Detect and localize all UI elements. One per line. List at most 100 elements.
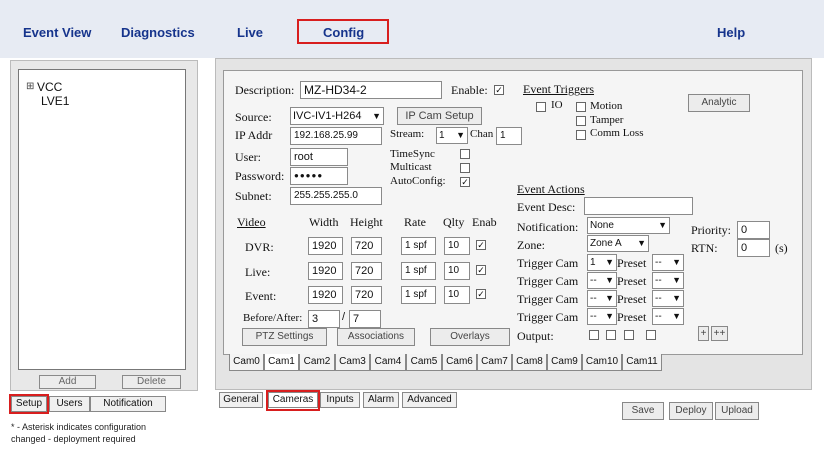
chevron-down-icon: ▼ bbox=[672, 257, 681, 267]
expand-icon[interactable]: ⊞ bbox=[26, 81, 34, 92]
chevron-down-icon: ▼ bbox=[672, 311, 681, 321]
subnet-input[interactable]: 255.255.255.0 bbox=[290, 187, 382, 205]
zone-label: Zone: bbox=[517, 238, 545, 252]
output-checkbox-3[interactable] bbox=[624, 330, 634, 340]
nav-live[interactable]: Live bbox=[237, 25, 263, 40]
trigger-cam-select-2[interactable]: -- ▼ bbox=[587, 272, 617, 289]
io-trigger-checkbox[interactable] bbox=[536, 102, 546, 112]
event-qlty-input[interactable]: 10 bbox=[444, 286, 470, 304]
commloss-trigger-label: Comm Loss bbox=[590, 127, 644, 139]
ip-cam-setup-button[interactable]: IP Cam Setup bbox=[397, 107, 482, 125]
motion-trigger-checkbox[interactable] bbox=[576, 102, 586, 112]
tab-alarm[interactable]: Alarm bbox=[363, 392, 399, 408]
cam-tab-3[interactable]: Cam3 bbox=[335, 354, 370, 371]
preset-select-3[interactable]: -- ▼ bbox=[652, 290, 684, 307]
stream-label: Stream: bbox=[390, 128, 425, 140]
nav-diagnostics[interactable]: Diagnostics bbox=[121, 25, 195, 40]
timesync-checkbox[interactable] bbox=[460, 149, 470, 159]
preset-select-1[interactable]: -- ▼ bbox=[652, 254, 684, 271]
output-checkbox-4[interactable] bbox=[646, 330, 656, 340]
tab-inputs[interactable]: Inputs bbox=[320, 392, 360, 408]
dvr-rate-input[interactable]: 1 spf bbox=[401, 237, 436, 255]
user-input[interactable]: root bbox=[290, 148, 348, 166]
setup-highlight bbox=[9, 394, 49, 414]
upload-button[interactable]: Upload bbox=[715, 402, 759, 420]
password-input[interactable]: ●●●●● bbox=[290, 167, 348, 185]
description-input[interactable]: MZ-HD34-2 bbox=[300, 81, 442, 99]
event-width-input[interactable]: 1920 bbox=[308, 286, 343, 304]
delete-button[interactable]: Delete bbox=[122, 375, 181, 389]
rtn-input[interactable]: 0 bbox=[737, 239, 770, 257]
cam-tab-2[interactable]: Cam2 bbox=[299, 354, 335, 371]
event-rate-input[interactable]: 1 spf bbox=[401, 286, 436, 304]
zone-select[interactable]: Zone A ▼ bbox=[587, 235, 649, 252]
enable-checkbox[interactable]: ✓ bbox=[494, 85, 504, 95]
dvr-enable-checkbox[interactable]: ✓ bbox=[476, 240, 486, 250]
output-checkbox-2[interactable] bbox=[606, 330, 616, 340]
after-input[interactable]: 7 bbox=[349, 310, 381, 328]
cam-tab-5[interactable]: Cam5 bbox=[406, 354, 442, 371]
preset-select-2[interactable]: -- ▼ bbox=[652, 272, 684, 289]
cam-tab-8[interactable]: Cam8 bbox=[512, 354, 547, 371]
live-width-input[interactable]: 1920 bbox=[308, 262, 343, 280]
live-height-input[interactable]: 720 bbox=[351, 262, 382, 280]
tree-node-vcc[interactable]: VCC bbox=[37, 80, 62, 94]
dvr-width-input[interactable]: 1920 bbox=[308, 237, 343, 255]
nav-config[interactable]: Config bbox=[323, 25, 364, 40]
cam-tab-9[interactable]: Cam9 bbox=[547, 354, 582, 371]
user-label: User: bbox=[235, 150, 261, 164]
device-tree[interactable] bbox=[18, 69, 186, 370]
cam-tab-7[interactable]: Cam7 bbox=[477, 354, 512, 371]
trigger-cam-label-4: Trigger Cam bbox=[517, 310, 579, 324]
source-select[interactable]: IVC-IV1-H264 ▼ bbox=[290, 107, 384, 125]
add-output-button[interactable]: + bbox=[698, 326, 709, 341]
stream-select[interactable]: 1 ▼ bbox=[436, 127, 468, 144]
trigger-cam-label-3: Trigger Cam bbox=[517, 292, 579, 306]
event-height-input[interactable]: 720 bbox=[351, 286, 382, 304]
tab-users[interactable]: Users bbox=[49, 396, 90, 412]
event-enable-checkbox[interactable]: ✓ bbox=[476, 289, 486, 299]
deploy-button[interactable]: Deploy bbox=[669, 402, 713, 420]
autoconfig-checkbox[interactable]: ✓ bbox=[460, 177, 470, 187]
chan-input[interactable]: 1 bbox=[496, 127, 522, 145]
multicast-checkbox[interactable] bbox=[460, 163, 470, 173]
nav-event-view[interactable]: Event View bbox=[23, 25, 91, 40]
overlays-button[interactable]: Overlays bbox=[430, 328, 510, 346]
live-enable-checkbox[interactable]: ✓ bbox=[476, 265, 486, 275]
tab-general[interactable]: General bbox=[219, 392, 263, 408]
before-input[interactable]: 3 bbox=[308, 310, 340, 328]
chevron-down-icon: ▼ bbox=[658, 220, 667, 230]
dvr-qlty-input[interactable]: 10 bbox=[444, 237, 470, 255]
preset-select-4[interactable]: -- ▼ bbox=[652, 308, 684, 325]
priority-input[interactable]: 0 bbox=[737, 221, 770, 239]
save-button[interactable]: Save bbox=[622, 402, 664, 420]
trigger-cam-select-3[interactable]: -- ▼ bbox=[587, 290, 617, 307]
tab-notification[interactable]: Notification bbox=[90, 396, 166, 412]
nav-help[interactable]: Help bbox=[717, 25, 745, 40]
tree-node-lve1[interactable]: LVE1 bbox=[41, 94, 69, 108]
cam-tab-11[interactable]: Cam11 bbox=[622, 354, 662, 371]
cam-tab-1[interactable]: Cam1 bbox=[264, 354, 299, 371]
event-desc-input[interactable] bbox=[584, 197, 693, 215]
cam-tab-10[interactable]: Cam10 bbox=[582, 354, 622, 371]
chan-label: Chan bbox=[470, 128, 494, 140]
live-rate-input[interactable]: 1 spf bbox=[401, 262, 436, 280]
live-qlty-input[interactable]: 10 bbox=[444, 262, 470, 280]
add-button[interactable]: Add bbox=[39, 375, 96, 389]
tab-advanced[interactable]: Advanced bbox=[402, 392, 457, 408]
notification-select[interactable]: None ▼ bbox=[587, 217, 670, 234]
ip-addr-input[interactable]: 192.168.25.99 bbox=[290, 127, 382, 145]
cam-tab-6[interactable]: Cam6 bbox=[442, 354, 477, 371]
analytic-button[interactable]: Analytic bbox=[688, 94, 750, 112]
tamper-trigger-checkbox[interactable] bbox=[576, 116, 586, 126]
associations-button[interactable]: Associations bbox=[337, 328, 415, 346]
commloss-trigger-checkbox[interactable] bbox=[576, 130, 586, 140]
trigger-cam-select-4[interactable]: -- ▼ bbox=[587, 308, 617, 325]
add-all-outputs-button[interactable]: ++ bbox=[711, 326, 728, 341]
dvr-height-input[interactable]: 720 bbox=[351, 237, 382, 255]
ptz-settings-button[interactable]: PTZ Settings bbox=[242, 328, 327, 346]
output-checkbox-1[interactable] bbox=[589, 330, 599, 340]
trigger-cam-select-1[interactable]: 1 ▼ bbox=[587, 254, 617, 271]
cam-tab-4[interactable]: Cam4 bbox=[370, 354, 406, 371]
cam-tab-0[interactable]: Cam0 bbox=[229, 354, 264, 371]
